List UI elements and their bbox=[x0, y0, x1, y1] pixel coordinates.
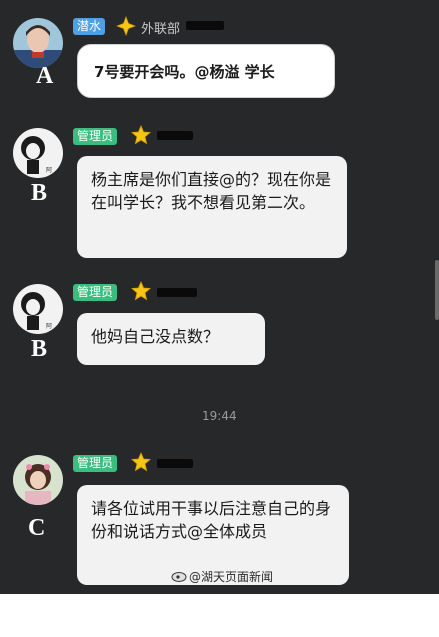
timestamp: 19:44 bbox=[202, 409, 237, 423]
crown-star-icon bbox=[131, 125, 151, 145]
sparkle-icon bbox=[116, 16, 136, 36]
avatar[interactable]: 阿 bbox=[13, 284, 63, 334]
redacted-name bbox=[186, 21, 224, 30]
redacted-name bbox=[157, 131, 193, 140]
chat-area: A 潜水 外联部 7号要开会吗。@杨溢 学长 阿 B 管理员 杨主席是你们直接@… bbox=[0, 0, 439, 594]
message-bubble[interactable]: 他妈自己没点数？ bbox=[77, 313, 265, 365]
message-bubble[interactable]: 7号要开会吗。@杨溢 学长 bbox=[77, 44, 335, 98]
avatar[interactable] bbox=[13, 18, 63, 68]
bottom-border bbox=[0, 594, 439, 637]
avatar[interactable] bbox=[13, 455, 63, 505]
redacted-name bbox=[157, 459, 193, 468]
svg-text:阿: 阿 bbox=[46, 166, 52, 174]
crown-star-icon bbox=[131, 281, 151, 301]
sender-label: C bbox=[28, 515, 46, 541]
sender-label: B bbox=[31, 180, 48, 206]
avatar[interactable]: 阿 bbox=[13, 128, 63, 178]
redacted-name bbox=[157, 288, 197, 297]
sender-label: B bbox=[31, 336, 48, 362]
status-badge: 管理员 bbox=[73, 128, 118, 145]
status-badge: 潜水 bbox=[73, 18, 106, 35]
weibo-icon bbox=[171, 572, 187, 582]
crown-star-icon bbox=[131, 452, 151, 472]
sender-label: A bbox=[36, 63, 54, 89]
message-bubble[interactable]: 杨主席是你们直接@的？现在你是在叫学长？我不想看见第二次。 bbox=[77, 156, 347, 258]
status-badge: 管理员 bbox=[73, 455, 118, 472]
watermark: @湖天页面新闻 bbox=[189, 570, 274, 584]
status-badge: 管理员 bbox=[73, 284, 118, 301]
svg-text:阿: 阿 bbox=[46, 322, 52, 330]
scrollbar[interactable] bbox=[435, 260, 439, 320]
department-label: 外联部 bbox=[141, 22, 181, 37]
